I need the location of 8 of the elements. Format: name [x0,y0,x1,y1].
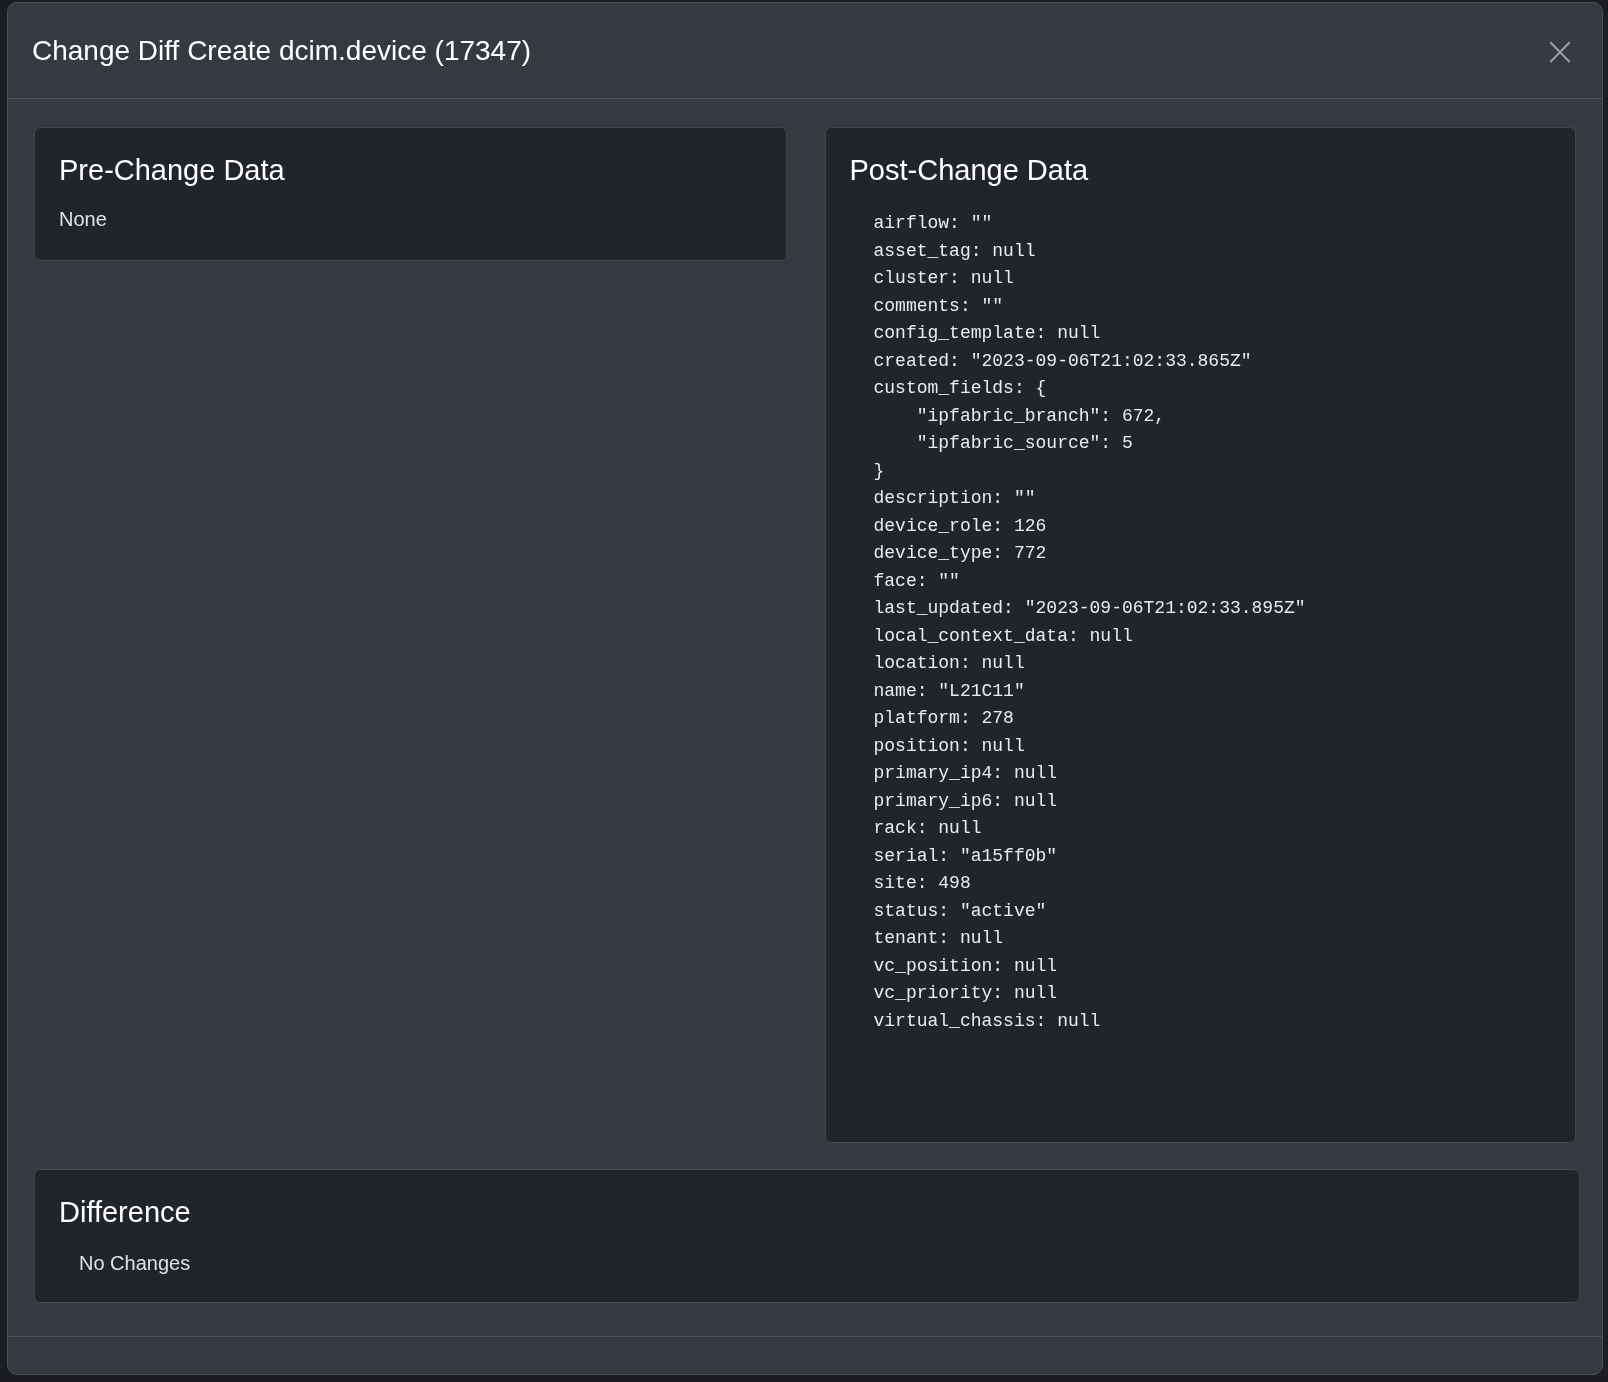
close-button[interactable]: × [1542,32,1578,69]
card-title: Post-Change Data [849,153,1090,188]
card-text: No Changes [78,1251,192,1276]
card-title: Pre-Change Data [59,153,286,188]
card-text: None [59,207,108,232]
card-title: Difference [59,1195,192,1230]
code-text: airflow: "" asset_tag: null cluster: null comments: "" config_template: null created: "2023-09-06T21:02:33.865Z" custom_fields: { "ipfabric_branch": 672, "ipfabric_source": 5 } description: "" device_role: 126 device_type: 772 face: "" last_updated: "2023-09-06T21:02:33.895Z" local_context_data: null location: null name: "L21C11" platform: 278 position: null primary_ip4: null primary_ip6: null rack: null serial: "a15ff0b" site: 498 status: "active" tenant: null vc_position: null vc_priority: null virtual_chassis: null [873,212,1306,1033]
modal-title: Change Diff Create dcim.device (17347) [32,33,532,68]
